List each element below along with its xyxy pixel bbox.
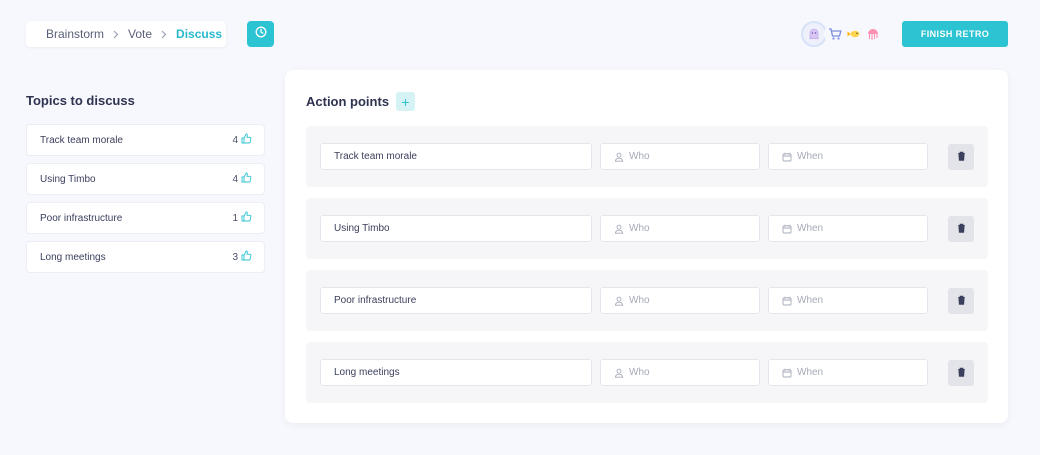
when-field[interactable]: When bbox=[768, 287, 928, 314]
who-placeholder: Who bbox=[629, 223, 650, 234]
who-placeholder: Who bbox=[629, 151, 650, 162]
topic-item[interactable]: Poor infrastructure 1 bbox=[26, 202, 265, 234]
topic-label: Long meetings bbox=[40, 251, 106, 263]
thumbs-up-icon bbox=[241, 133, 252, 147]
user-icon bbox=[614, 152, 624, 162]
trash-icon bbox=[957, 292, 966, 310]
topic-item[interactable]: Long meetings 3 bbox=[26, 241, 265, 273]
breadcrumb-brainstorm[interactable]: Brainstorm bbox=[46, 27, 104, 41]
when-placeholder: When bbox=[797, 295, 824, 306]
jellyfish-avatar[interactable] bbox=[862, 23, 884, 45]
topic-label: Using Timbo bbox=[40, 173, 96, 185]
action-row: Long meetings Who When bbox=[306, 342, 988, 403]
add-action-button[interactable]: + bbox=[396, 92, 415, 111]
who-field[interactable]: Who bbox=[600, 359, 760, 386]
topic-item[interactable]: Using Timbo 4 bbox=[26, 163, 265, 195]
delete-button[interactable] bbox=[948, 216, 974, 242]
calendar-icon bbox=[782, 368, 792, 378]
breadcrumb-discuss[interactable]: Discuss bbox=[176, 27, 222, 41]
action-points-panel: Action points + Track team morale Who Wh… bbox=[285, 70, 1008, 423]
when-placeholder: When bbox=[797, 367, 824, 378]
action-points-title: Action points bbox=[306, 94, 390, 109]
action-topic-field[interactable]: Long meetings bbox=[320, 359, 592, 386]
topic-label: Track team morale bbox=[40, 134, 123, 146]
trash-icon bbox=[957, 148, 966, 166]
finish-retro-button[interactable]: FINISH RETRO bbox=[902, 21, 1008, 47]
clock-icon bbox=[255, 25, 267, 43]
calendar-icon bbox=[782, 296, 792, 306]
timer-button[interactable] bbox=[247, 21, 274, 47]
vote-number: 3 bbox=[232, 251, 238, 263]
thumbs-up-icon bbox=[241, 211, 252, 225]
topic-label: Poor infrastructure bbox=[40, 212, 123, 224]
delete-button[interactable] bbox=[948, 360, 974, 386]
breadcrumb: Brainstorm Vote Discuss bbox=[26, 21, 226, 47]
when-field[interactable]: When bbox=[768, 215, 928, 242]
calendar-icon bbox=[782, 152, 792, 162]
delete-button[interactable] bbox=[948, 144, 974, 170]
who-field[interactable]: Who bbox=[600, 143, 760, 170]
user-icon bbox=[614, 368, 624, 378]
participants bbox=[801, 21, 884, 47]
user-icon bbox=[614, 296, 624, 306]
chevron-right-icon bbox=[113, 30, 119, 39]
delete-button[interactable] bbox=[948, 288, 974, 314]
who-field[interactable]: Who bbox=[600, 215, 760, 242]
vote-number: 4 bbox=[232, 173, 238, 185]
when-field[interactable]: When bbox=[768, 143, 928, 170]
vote-count: 3 bbox=[232, 250, 252, 264]
who-placeholder: Who bbox=[629, 367, 650, 378]
action-topic-field[interactable]: Track team morale bbox=[320, 143, 592, 170]
when-placeholder: When bbox=[797, 223, 824, 234]
when-field[interactable]: When bbox=[768, 359, 928, 386]
trash-icon bbox=[957, 364, 966, 382]
action-row: Using Timbo Who When bbox=[306, 198, 988, 259]
vote-count: 4 bbox=[232, 172, 252, 186]
thumbs-up-icon bbox=[241, 172, 252, 186]
action-row: Track team morale Who When bbox=[306, 126, 988, 187]
trash-icon bbox=[957, 220, 966, 238]
breadcrumb-vote[interactable]: Vote bbox=[128, 27, 152, 41]
when-placeholder: When bbox=[797, 151, 824, 162]
thumbs-up-icon bbox=[241, 250, 252, 264]
vote-count: 1 bbox=[232, 211, 252, 225]
who-field[interactable]: Who bbox=[600, 287, 760, 314]
chevron-right-icon bbox=[161, 30, 167, 39]
action-topic-field[interactable]: Poor infrastructure bbox=[320, 287, 592, 314]
calendar-icon bbox=[782, 224, 792, 234]
topics-title: Topics to discuss bbox=[26, 93, 135, 108]
vote-number: 4 bbox=[232, 134, 238, 146]
who-placeholder: Who bbox=[629, 295, 650, 306]
vote-count: 4 bbox=[232, 133, 252, 147]
topic-item[interactable]: Track team morale 4 bbox=[26, 124, 265, 156]
action-row: Poor infrastructure Who When bbox=[306, 270, 988, 331]
vote-number: 1 bbox=[232, 212, 238, 224]
action-topic-field[interactable]: Using Timbo bbox=[320, 215, 592, 242]
user-icon bbox=[614, 224, 624, 234]
